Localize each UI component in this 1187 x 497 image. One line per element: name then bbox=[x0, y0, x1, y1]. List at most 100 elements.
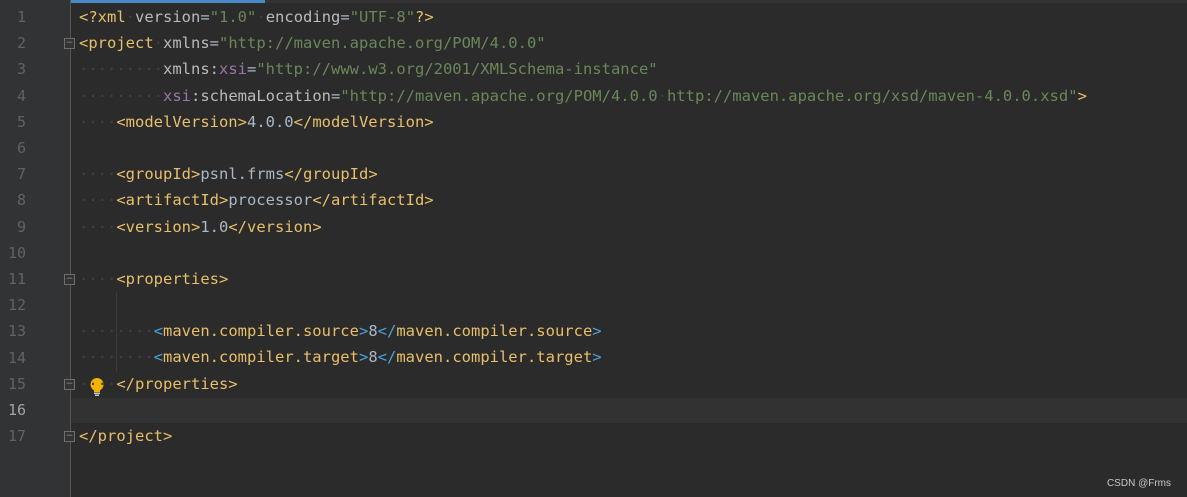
code-token: = bbox=[209, 34, 220, 53]
line-number: 15 bbox=[7, 374, 26, 393]
code-token: maven.compiler.source bbox=[163, 322, 359, 341]
code-line[interactable]: ·········xmlns:xsi="http://www.w3.org/20… bbox=[79, 56, 1087, 82]
code-token: > bbox=[592, 348, 602, 367]
code-line[interactable]: ····<properties> bbox=[79, 266, 1087, 292]
code-token: <version> bbox=[116, 217, 201, 236]
code-line[interactable]: ····</properties> bbox=[79, 371, 1087, 397]
code-content[interactable]: <?xml·version="1.0"·encoding="UTF-8"?> <p… bbox=[79, 4, 1087, 449]
code-token: xsi bbox=[163, 86, 191, 105]
code-token: · bbox=[153, 34, 163, 53]
code-token: 8 bbox=[368, 348, 378, 367]
code-token: = bbox=[340, 8, 350, 26]
code-token: <artifactId> bbox=[116, 191, 229, 210]
code-token: > bbox=[358, 348, 369, 367]
line-number: 11 bbox=[7, 270, 26, 288]
line-number: 2 bbox=[16, 34, 26, 53]
code-token: < bbox=[153, 348, 163, 367]
code-token: xml bbox=[97, 8, 126, 26]
code-token: 1.0 bbox=[200, 217, 229, 236]
code-token: maven.compiler.target bbox=[163, 348, 359, 367]
code-line[interactable]: ········<maven.compiler.target>8</maven.… bbox=[79, 344, 1087, 370]
code-token: < bbox=[153, 322, 163, 341]
fold-marker-icon[interactable]: − bbox=[64, 274, 75, 285]
code-line[interactable]: <?xml·version="1.0"·encoding="UTF-8"?> bbox=[79, 4, 1087, 30]
code-token: ········· bbox=[79, 86, 163, 105]
code-token: <groupId> bbox=[116, 165, 201, 184]
code-line[interactable]: ········<maven.compiler.source>8</maven.… bbox=[79, 318, 1087, 344]
line-number: 6 bbox=[16, 139, 26, 157]
code-line[interactable]: ····<modelVersion>4.0.0</modelVersion> bbox=[79, 109, 1087, 135]
code-token: ···· bbox=[79, 191, 117, 210]
line-number: 14 bbox=[7, 348, 26, 367]
line-number: 8 bbox=[16, 191, 26, 210]
line-number: 13 bbox=[7, 322, 26, 341]
fold-marker-icon[interactable]: − bbox=[64, 431, 75, 443]
code-token: </artifactId> bbox=[312, 191, 434, 210]
code-token: <? bbox=[79, 8, 98, 26]
fold-marker-icon[interactable]: − bbox=[64, 38, 75, 50]
code-line[interactable]: ·········xsi:schemaLocation="http://mave… bbox=[79, 83, 1087, 109]
code-token: > bbox=[358, 322, 369, 341]
fold-marker-icon[interactable]: − bbox=[64, 378, 75, 390]
code-token: :schemaLocation bbox=[191, 86, 331, 105]
code-token: http://maven.apache.org/xsd/maven-4.0.0.… bbox=[666, 86, 1078, 105]
line-number: 5 bbox=[16, 112, 26, 131]
code-token: processor bbox=[228, 191, 313, 210]
line-number: 10 bbox=[7, 243, 26, 262]
line-number: 17 bbox=[7, 427, 26, 446]
code-token: "http://www.w3.org/2001/XMLSchema-instan… bbox=[256, 60, 658, 79]
code-token: xmlns bbox=[163, 34, 210, 53]
code-line[interactable]: ····<artifactId>processor</artifactId> bbox=[79, 187, 1087, 213]
code-token: = bbox=[330, 86, 341, 105]
code-line[interactable] bbox=[79, 397, 1087, 423]
code-token: "UTF-8" bbox=[349, 8, 416, 26]
code-token: ···· bbox=[79, 269, 117, 288]
line-number: 3 bbox=[16, 60, 26, 79]
code-token: </modelVersion> bbox=[293, 112, 434, 131]
code-line[interactable] bbox=[79, 135, 1087, 161]
code-token: version bbox=[135, 8, 201, 26]
code-token: </groupId> bbox=[284, 165, 378, 184]
code-line[interactable]: </project> bbox=[79, 423, 1087, 449]
code-line[interactable] bbox=[79, 292, 1087, 318]
line-number: 9 bbox=[16, 217, 26, 236]
code-token: ···· bbox=[79, 112, 117, 131]
code-token: ?> bbox=[415, 8, 434, 26]
code-line[interactable]: ····<version>1.0</version> bbox=[79, 214, 1087, 240]
code-token: ········ bbox=[79, 348, 154, 367]
code-token: maven.compiler.source bbox=[396, 322, 593, 341]
code-line[interactable] bbox=[79, 240, 1087, 266]
code-line[interactable]: <project·xmlns="http://maven.apache.org/… bbox=[79, 30, 1087, 56]
line-number: 16 bbox=[7, 401, 26, 419]
code-token: 8 bbox=[368, 322, 378, 341]
code-token: ········ bbox=[79, 322, 154, 341]
line-number: 1 bbox=[16, 8, 26, 26]
code-token: psnl.frms bbox=[200, 165, 285, 184]
code-token: maven.compiler.target bbox=[396, 348, 593, 367]
code-token: </ bbox=[377, 348, 397, 367]
code-token: <modelVersion> bbox=[116, 112, 247, 131]
code-token: > bbox=[1077, 86, 1087, 105]
code-token: ···· bbox=[79, 374, 117, 393]
line-number: 4 bbox=[16, 86, 26, 105]
code-token: "1.0" bbox=[209, 8, 257, 26]
code-token: encoding bbox=[265, 8, 341, 26]
code-token: </project> bbox=[79, 427, 173, 445]
line-number: 12 bbox=[7, 296, 26, 315]
code-token: </version> bbox=[228, 217, 322, 236]
code-editor[interactable]: 1 2 3 4 5 6 7 8 9 10 11 12 13 14 15 16 17 − − − − <?xml·ver… bbox=[0, 0, 1187, 497]
code-token: ···· bbox=[79, 165, 117, 184]
code-token: = bbox=[200, 8, 210, 26]
line-number: 7 bbox=[16, 165, 26, 184]
code-token: > bbox=[592, 322, 602, 341]
code-token: <project bbox=[79, 34, 154, 53]
code-token: </properties> bbox=[116, 374, 238, 393]
code-token: · bbox=[256, 8, 266, 26]
code-token: xmlns: bbox=[163, 60, 219, 79]
code-token: "http://maven.apache.org/POM/4.0.0" bbox=[219, 34, 546, 53]
code-token: ········· bbox=[79, 60, 163, 79]
code-line[interactable]: ····<groupId>psnl.frms</groupId> bbox=[79, 161, 1087, 187]
code-token: <properties> bbox=[116, 269, 229, 288]
code-token: xsi bbox=[219, 60, 247, 79]
code-token: · bbox=[657, 86, 667, 105]
